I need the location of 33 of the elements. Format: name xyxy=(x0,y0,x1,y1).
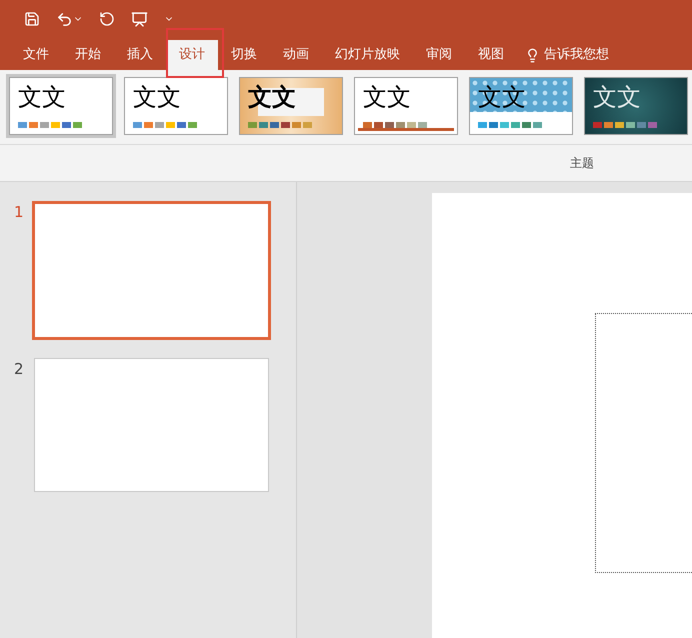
ribbon-tab[interactable]: 切换 xyxy=(218,40,270,70)
theme-thumbnail[interactable]: 文文 xyxy=(121,74,231,138)
theme-thumbnail[interactable]: 文文 xyxy=(351,74,461,138)
lightbulb-icon xyxy=(525,48,540,62)
theme-sample-text: 文文 xyxy=(18,82,67,112)
ribbon-tab[interactable]: 文件 xyxy=(10,40,62,70)
theme-sample-text: 文文 xyxy=(248,82,297,112)
tell-me-field[interactable]: 告诉我您想 xyxy=(544,45,609,65)
slideshow-icon[interactable] xyxy=(131,10,148,28)
slide-thumbnail[interactable] xyxy=(34,358,269,492)
ribbon-tab[interactable]: 动画 xyxy=(270,40,322,70)
save-icon[interactable] xyxy=(24,11,40,27)
theme-thumbnail[interactable]: 文文 xyxy=(236,74,346,138)
theme-sample-text: 文文 xyxy=(478,82,527,112)
ribbon-tab[interactable]: 审阅 xyxy=(413,40,465,70)
slide-number: 2 xyxy=(14,359,25,380)
theme-sample-text: 文文 xyxy=(133,82,182,112)
theme-thumbnail[interactable]: 文文 xyxy=(466,74,576,138)
ribbon-tab[interactable]: 幻灯片放映 xyxy=(322,40,413,70)
group-label: 主题 xyxy=(570,155,595,172)
theme-thumbnail[interactable]: 文文 xyxy=(581,74,691,138)
highlight-frame xyxy=(166,28,224,78)
ribbon-tab[interactable]: 开始 xyxy=(62,40,114,70)
slide-number: 1 xyxy=(14,202,25,223)
theme-thumbnail[interactable]: 文文 xyxy=(6,74,116,138)
ribbon-tab[interactable]: 插入 xyxy=(114,40,166,70)
redo-icon[interactable] xyxy=(99,11,115,27)
ribbon-tab[interactable]: 视图 xyxy=(465,40,517,70)
slide-thumbnail[interactable] xyxy=(32,201,271,340)
undo-icon[interactable] xyxy=(56,10,73,28)
theme-sample-text: 文文 xyxy=(363,82,412,112)
theme-sample-text: 文文 xyxy=(593,82,642,112)
ribbon-tab[interactable]: 设计 xyxy=(166,40,218,70)
